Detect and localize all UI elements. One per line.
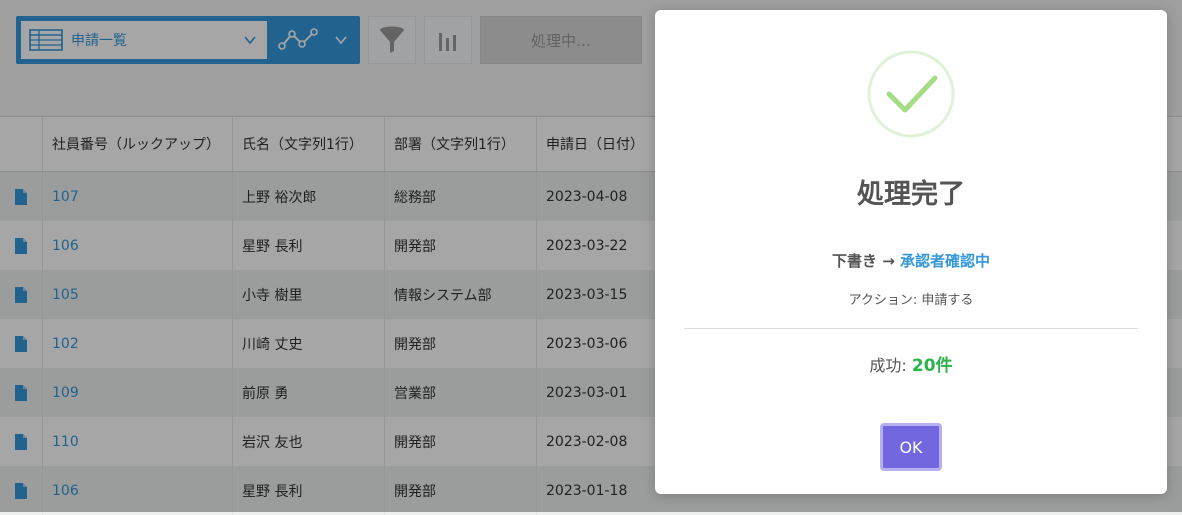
result-label: 成功: [869, 356, 907, 375]
status-transition: 下書き → 承認者確認中 [655, 250, 1167, 271]
result-count: 20件 [911, 356, 953, 376]
ok-button[interactable]: OK [880, 423, 942, 471]
status-from: 下書き [831, 252, 877, 270]
dialog-title: 処理完了 [857, 179, 965, 210]
arrow-icon: → [882, 252, 895, 270]
action-text: アクション: 申請する [848, 293, 974, 308]
completion-dialog: 処理完了 下書き → 承認者確認中 アクション: 申請する 成功: 20件 OK [655, 10, 1167, 494]
success-check-icon [867, 50, 955, 138]
result-summary: 成功: 20件 [655, 351, 1167, 376]
divider [684, 328, 1138, 329]
app: 申請一覧 処理中… 社員番号（ルックアップ） 氏名（文字列1行） 部署（文字列1… [0, 0, 1182, 515]
status-to: 承認者確認中 [900, 252, 991, 270]
